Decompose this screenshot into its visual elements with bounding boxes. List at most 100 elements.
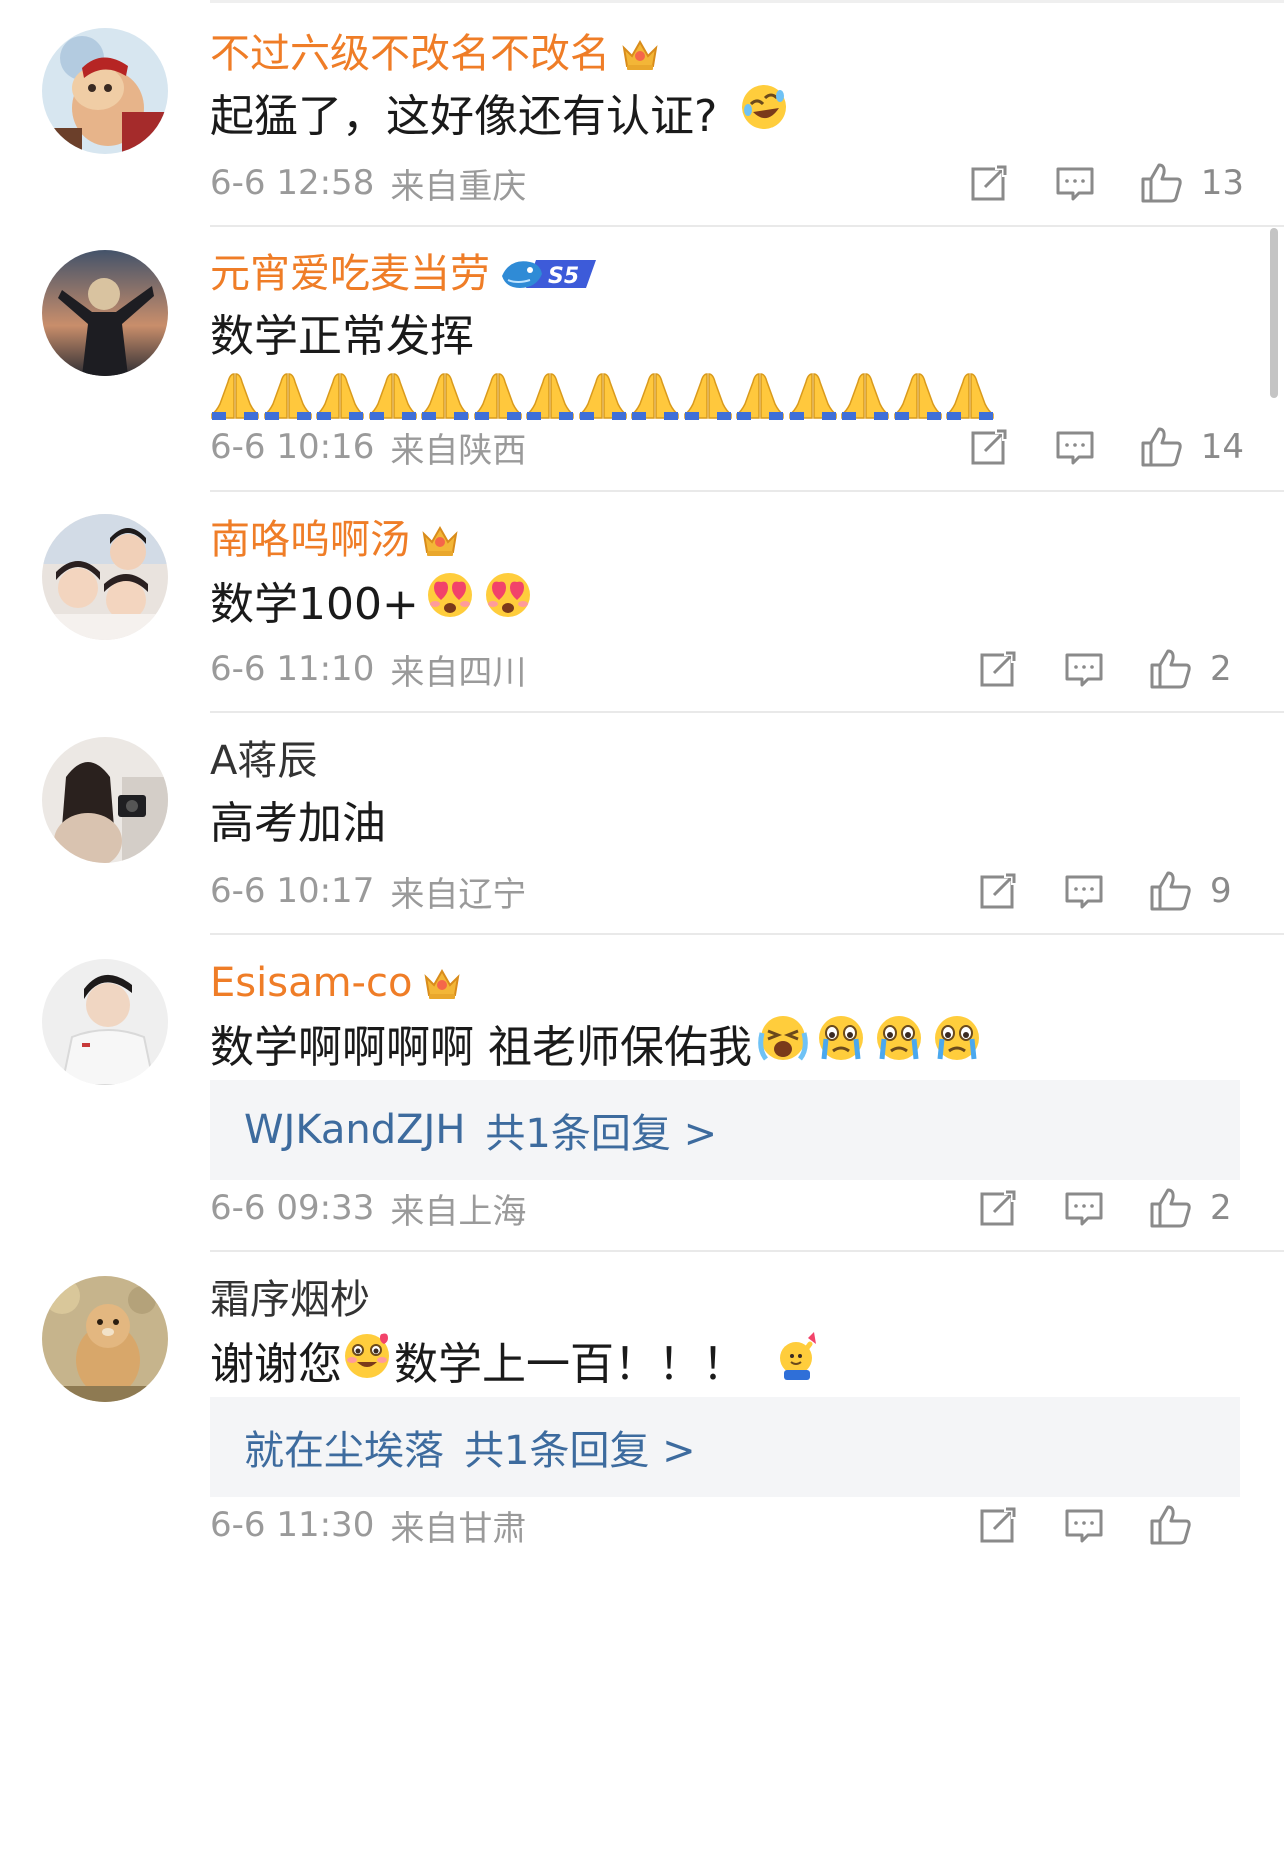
comment-icon[interactable] [1056,1180,1112,1236]
pray-emoji [315,370,368,420]
laughing-emoji [739,82,789,151]
comment-text: 数学啊啊啊啊 祖老师保佑我 [210,1021,752,1073]
cheer-emoji [770,1330,820,1399]
avatar[interactable] [42,514,168,640]
comment-text: 起猛了，这好像还有认证? [210,90,718,142]
share-icon[interactable] [970,863,1026,919]
pray-emoji [420,370,473,420]
pray-emoji [525,370,578,420]
crown-icon [420,520,460,560]
comment-location: 来自甘肃 [390,1508,527,1549]
comment-time: 6-6 10:17 [210,871,375,911]
heart-eyes-emoji [425,570,475,639]
comment-meta: 6-6 10:17 来自辽宁 9 [210,861,1244,921]
reply-count-link[interactable]: 共1条回复 > [464,1418,696,1476]
comment-icon[interactable] [1047,419,1103,475]
comment-time: 6-6 10:16 [210,427,375,467]
heart-eyes-emoji [483,570,533,639]
comment-meta: 6-6 10:16 来自陕西 14 [210,417,1244,477]
comment-location: 来自四川 [390,652,527,693]
comment-location: 来自辽宁 [390,874,527,915]
comment-location: 来自重庆 [390,166,527,207]
like-count: 2 [1210,649,1232,689]
top-divider [210,0,1284,3]
divider [210,490,1284,492]
like-icon[interactable] [1142,1497,1198,1553]
pray-emoji [473,370,526,420]
like-icon[interactable] [1133,155,1189,211]
reply-count-link[interactable]: 共1条回复 > [485,1101,717,1159]
pray-emoji [578,370,631,420]
avatar[interactable] [42,250,168,376]
avatar[interactable] [42,959,168,1085]
avatar[interactable] [42,28,168,154]
username[interactable]: 南咯呜啊汤 [210,512,410,568]
like-count: 9 [1210,871,1232,911]
pray-emoji [788,370,841,420]
like-icon[interactable] [1142,1180,1198,1236]
like-icon[interactable] [1142,641,1198,697]
comment-meta: 6-6 09:33 来自上海 2 [210,1178,1244,1238]
comment-list: 不过六级不改名不改名 起猛了，这好像还有认证? 6-6 12:58 来自重庆 1… [0,0,1284,1873]
avatar-image-monkey-king [42,28,168,154]
avatar[interactable] [42,737,168,863]
pray-emoji [263,370,316,420]
share-icon[interactable] [961,155,1017,211]
divider [210,1250,1284,1252]
svg-text:S5: S5 [548,264,579,289]
pray-emoji [683,370,736,420]
divider [210,225,1284,227]
comment-icon[interactable] [1056,641,1112,697]
comment-text: 数学正常发挥 [210,311,474,362]
bottom-fade [0,1833,1284,1873]
like-icon[interactable] [1133,419,1189,475]
pray-emoji [945,370,998,420]
divider [210,933,1284,935]
share-icon[interactable] [970,1497,1026,1553]
comment-time: 6-6 11:10 [210,649,375,689]
username[interactable]: A蒋辰 [210,733,317,789]
crying-emoji [816,1013,866,1082]
like-icon[interactable] [1142,863,1198,919]
comment-icon[interactable] [1056,1497,1112,1553]
username[interactable]: 不过六级不改名不改名 [210,26,610,82]
like-count: 2 [1210,1188,1232,1228]
reply-preview[interactable]: WJKandZJH 共1条回复 > [210,1080,1240,1180]
comment-location: 来自上海 [390,1191,527,1232]
share-icon[interactable] [961,419,1017,475]
comment-meta: 6-6 11:10 来自四川 2 [210,639,1244,699]
comment-icon[interactable] [1056,863,1112,919]
comment-time: 6-6 12:58 [210,163,375,203]
pray-emoji [630,370,683,420]
reply-author[interactable]: 就在尘埃落 [244,1418,444,1476]
flirty-emoji [342,1330,392,1399]
reply-preview[interactable]: 就在尘埃落 共1条回复 > [210,1397,1240,1497]
scrollbar[interactable] [1270,228,1278,398]
crown-icon [620,34,660,74]
comment-meta: 6-6 11:30 来自甘肃 [210,1495,1244,1555]
share-icon[interactable] [970,1180,1026,1236]
avatar-image-sunset-person [42,250,168,376]
pray-emoji [368,370,421,420]
comment-time: 6-6 09:33 [210,1188,375,1228]
avatar[interactable] [42,1276,168,1402]
username[interactable]: Esisam-co [210,955,412,1011]
reply-author[interactable]: WJKandZJH [244,1107,465,1153]
comment-text: 谢谢您 [210,1338,342,1390]
avatar-image-friends [42,514,168,640]
crown-icon [422,963,462,1003]
crying-emoji [874,1013,924,1082]
comment-icon[interactable] [1047,155,1103,211]
pray-emoji [893,370,946,420]
pray-emoji [210,370,263,420]
username[interactable]: 元宵爱吃麦当劳 [210,246,490,302]
like-count: 13 [1200,163,1244,203]
avatar-image-boy [42,959,168,1085]
comment-time: 6-6 11:30 [210,1505,375,1545]
username[interactable]: 霜序烟杪 [210,1272,370,1328]
crying-emoji [932,1013,982,1082]
avatar-image-girl-camera [42,737,168,863]
pray-emoji [735,370,788,420]
like-count: 14 [1200,427,1244,467]
share-icon[interactable] [970,641,1026,697]
